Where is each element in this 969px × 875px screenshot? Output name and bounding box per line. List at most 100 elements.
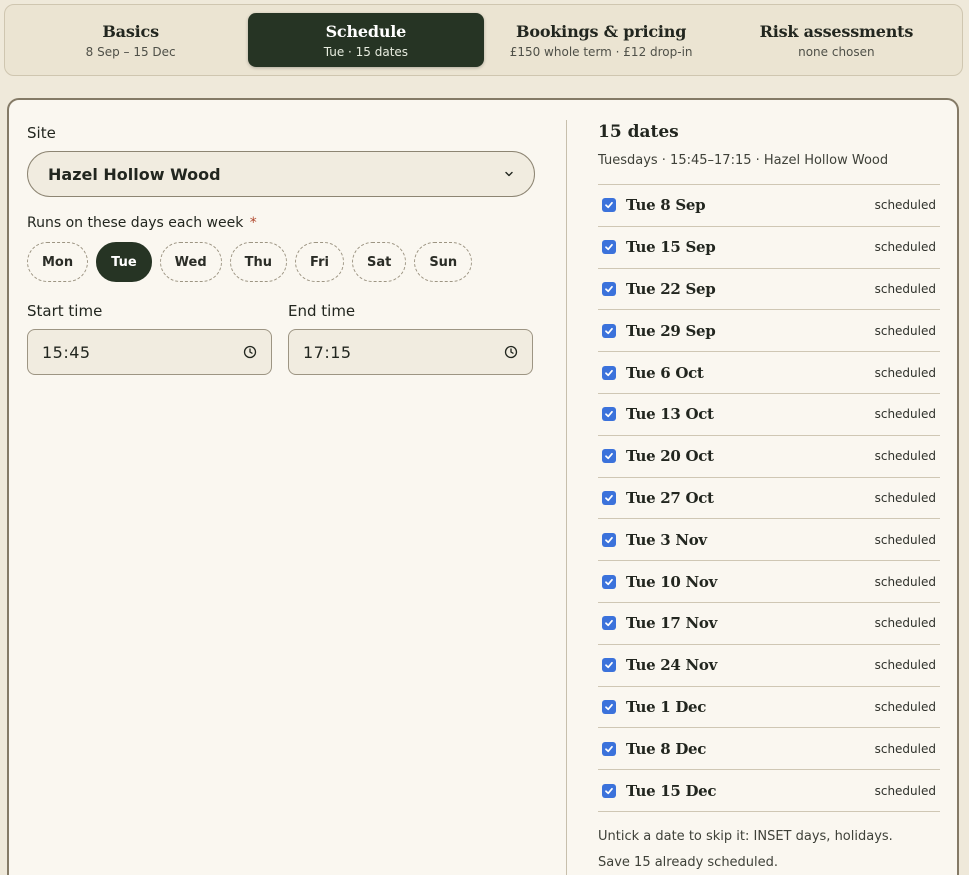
schedule-card: Site Hazel Hollow Wood Runs on these day… bbox=[7, 98, 959, 875]
status-label: scheduled bbox=[874, 574, 936, 589]
dates-subtitle: Tuesdays · 15:45–17:15 · Hazel Hollow Wo… bbox=[598, 153, 889, 168]
tab-risk-assessments[interactable]: Risk assessments none chosen bbox=[719, 13, 954, 67]
date-row: Tue 17 Nov scheduled bbox=[598, 603, 940, 645]
date-label: Tue 10 Nov bbox=[626, 572, 717, 591]
day-toggle-sat[interactable]: Sat bbox=[351, 242, 407, 282]
date-row: Tue 3 Nov scheduled bbox=[598, 519, 940, 562]
date-label: Tue 20 Oct bbox=[626, 447, 714, 466]
date-label: Tue 15 Dec bbox=[626, 781, 717, 800]
tab-title: Bookings & pricing bbox=[516, 21, 687, 41]
status-label: scheduled bbox=[874, 699, 936, 714]
tab-title: Risk assessments bbox=[759, 21, 914, 41]
checkbox-checked-icon[interactable] bbox=[602, 365, 616, 380]
tab-subtitle: Tue · 15 dates bbox=[323, 44, 409, 59]
date-row: Tue 15 Dec scheduled bbox=[598, 770, 940, 812]
dates-title: 15 dates bbox=[598, 122, 679, 142]
site-select-value: Hazel Hollow Wood bbox=[48, 164, 221, 184]
step-tabs: Basics 8 Sep – 15 Dec Schedule Tue · 15 … bbox=[4, 4, 963, 76]
end-time-value: 17:15 bbox=[303, 342, 352, 362]
checkbox-checked-icon[interactable] bbox=[602, 407, 616, 422]
date-row: Tue 6 Oct scheduled bbox=[598, 352, 940, 394]
tab-basics[interactable]: Basics 8 Sep – 15 Dec bbox=[13, 13, 248, 67]
site-select[interactable]: Hazel Hollow Wood bbox=[27, 151, 535, 197]
checkbox-checked-icon[interactable] bbox=[602, 449, 616, 464]
start-time-label: Start time bbox=[27, 302, 103, 320]
tab-schedule[interactable]: Schedule Tue · 15 dates bbox=[248, 13, 484, 67]
tab-subtitle: none chosen bbox=[798, 44, 875, 59]
date-label: Tue 24 Nov bbox=[626, 656, 717, 675]
checkbox-checked-icon[interactable] bbox=[602, 783, 616, 798]
date-list: Tue 8 Sep scheduled Tue 15 Sep scheduled Tue… bbox=[598, 184, 940, 812]
date-row: Tue 24 Nov scheduled bbox=[598, 645, 940, 687]
status-label: scheduled bbox=[874, 365, 936, 380]
status-label: scheduled bbox=[874, 449, 936, 464]
status-label: scheduled bbox=[874, 783, 936, 798]
tab-subtitle: 8 Sep – 15 Dec bbox=[85, 44, 176, 59]
end-time-label: End time bbox=[288, 302, 356, 320]
date-label: Tue 6 Oct bbox=[626, 363, 704, 382]
checkbox-checked-icon[interactable] bbox=[602, 198, 616, 213]
weekday-picker: Mon Tue Wed Thu Fri Sat Sun bbox=[27, 242, 473, 282]
status-label: scheduled bbox=[874, 741, 936, 756]
date-row: Tue 8 Sep scheduled bbox=[598, 185, 940, 227]
date-label: Tue 15 Sep bbox=[626, 238, 716, 257]
start-time-value: 15:45 bbox=[42, 342, 91, 362]
status-label: scheduled bbox=[874, 281, 936, 296]
column-divider bbox=[566, 120, 567, 875]
end-time-input[interactable]: 17:15 bbox=[288, 329, 533, 375]
date-label: Tue 8 Dec bbox=[626, 739, 707, 758]
date-label: Tue 1 Dec bbox=[626, 697, 707, 716]
days-label: Runs on these days each week * bbox=[27, 215, 257, 231]
date-row: Tue 1 Dec scheduled bbox=[598, 687, 940, 729]
date-row: Tue 20 Oct scheduled bbox=[598, 436, 940, 478]
site-label: Site bbox=[27, 124, 56, 142]
tab-title: Schedule bbox=[325, 21, 407, 41]
dates-hint: Untick a date to skip it: INSET days, ho… bbox=[598, 824, 893, 875]
date-row: Tue 8 Dec scheduled bbox=[598, 728, 940, 771]
clock-icon[interactable] bbox=[243, 345, 257, 359]
days-label-text: Runs on these days each week bbox=[27, 215, 244, 231]
day-toggle-sun[interactable]: Sun bbox=[414, 242, 473, 282]
day-toggle-fri[interactable]: Fri bbox=[295, 242, 344, 282]
hint-line: Save 15 already scheduled. bbox=[598, 855, 779, 870]
checkbox-checked-icon[interactable] bbox=[602, 281, 616, 296]
status-label: scheduled bbox=[874, 658, 936, 673]
date-row: Tue 10 Nov scheduled bbox=[598, 561, 940, 603]
date-label: Tue 27 Oct bbox=[626, 488, 714, 507]
tab-bookings-pricing[interactable]: Bookings & pricing £150 whole term · £12… bbox=[484, 13, 719, 67]
checkbox-checked-icon[interactable] bbox=[602, 658, 616, 673]
required-mark: * bbox=[249, 215, 257, 231]
checkbox-checked-icon[interactable] bbox=[602, 574, 616, 589]
day-toggle-tue[interactable]: Tue bbox=[96, 242, 152, 282]
clock-icon[interactable] bbox=[504, 345, 518, 359]
status-label: scheduled bbox=[874, 198, 936, 213]
checkbox-checked-icon[interactable] bbox=[602, 699, 616, 714]
tab-subtitle: £150 whole term · £12 drop-in bbox=[509, 44, 693, 59]
date-row: Tue 27 Oct scheduled bbox=[598, 478, 940, 520]
start-time-input[interactable]: 15:45 bbox=[27, 329, 272, 375]
date-label: Tue 8 Sep bbox=[626, 196, 706, 215]
hint-line: Untick a date to skip it: INSET days, ho… bbox=[598, 829, 893, 844]
checkbox-checked-icon[interactable] bbox=[602, 616, 616, 631]
status-label: scheduled bbox=[874, 407, 936, 422]
date-label: Tue 17 Nov bbox=[626, 614, 717, 633]
checkbox-checked-icon[interactable] bbox=[602, 240, 616, 255]
date-row: Tue 22 Sep scheduled bbox=[598, 269, 940, 311]
checkbox-checked-icon[interactable] bbox=[602, 323, 616, 338]
date-row: Tue 29 Sep scheduled bbox=[598, 310, 940, 353]
status-label: scheduled bbox=[874, 490, 936, 505]
date-row: Tue 15 Sep scheduled bbox=[598, 227, 940, 269]
date-row: Tue 13 Oct scheduled bbox=[598, 394, 940, 436]
date-label: Tue 3 Nov bbox=[626, 530, 707, 549]
day-toggle-thu[interactable]: Thu bbox=[229, 242, 288, 282]
tab-title: Basics bbox=[102, 21, 159, 41]
checkbox-checked-icon[interactable] bbox=[602, 532, 616, 547]
date-label: Tue 13 Oct bbox=[626, 405, 714, 424]
status-label: scheduled bbox=[874, 532, 936, 547]
checkbox-checked-icon[interactable] bbox=[602, 490, 616, 505]
day-toggle-wed[interactable]: Wed bbox=[159, 242, 222, 282]
day-toggle-mon[interactable]: Mon bbox=[27, 242, 89, 282]
checkbox-checked-icon[interactable] bbox=[602, 741, 616, 756]
status-label: scheduled bbox=[874, 323, 936, 338]
date-label: Tue 22 Sep bbox=[626, 279, 716, 298]
